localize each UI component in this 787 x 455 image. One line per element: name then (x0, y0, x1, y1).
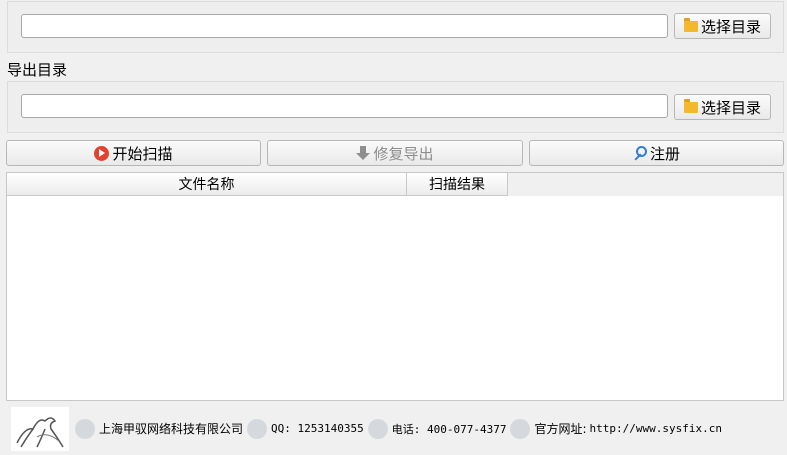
qq-icon (247, 418, 268, 439)
table-header: 文件名称 扫描结果 (7, 173, 783, 196)
download-arrow-icon (356, 145, 371, 161)
export-dir-select-label: 选择目录 (700, 98, 761, 117)
footer: 上海甲驭网络科技有限公司 QQ: 1253140355 电话: 400-077-… (0, 402, 787, 455)
start-scan-button[interactable]: 开始扫描 (6, 140, 261, 166)
results-table[interactable]: 文件名称 扫描结果 (6, 172, 784, 401)
footer-website: 官方网址: http://www.sysfix.cn (510, 418, 722, 439)
repair-export-label: 修复导出 (373, 144, 434, 163)
source-dir-select-label: 选择目录 (700, 17, 761, 36)
source-dir-group: 选择目录 (7, 1, 784, 53)
company-name: 上海甲驭网络科技有限公司 (99, 422, 244, 436)
export-dir-input[interactable] (21, 94, 668, 118)
folder-icon (683, 98, 698, 113)
source-dir-select-button[interactable]: 选择目录 (674, 13, 771, 39)
repair-export-button[interactable]: 修复导出 (267, 140, 523, 166)
website-link[interactable]: http://www.sysfix.cn (590, 422, 722, 435)
key-icon (633, 145, 647, 161)
export-dir-select-button[interactable]: 选择目录 (674, 94, 771, 120)
footer-qq: QQ: 1253140355 (247, 418, 364, 439)
company-logo (11, 406, 69, 451)
phone-number: 电话: 400-077-4377 (391, 422, 507, 436)
footer-company: 上海甲驭网络科技有限公司 (75, 418, 244, 439)
building-icon (75, 418, 95, 439)
export-dir-group: 选择目录 (7, 81, 784, 133)
column-header-scan-result[interactable]: 扫描结果 (407, 173, 508, 196)
folder-icon (683, 17, 698, 32)
qq-number: QQ: 1253140355 (271, 422, 364, 435)
footer-phone: 电话: 400-077-4377 (367, 418, 507, 439)
start-scan-label: 开始扫描 (112, 144, 173, 163)
play-icon (94, 145, 110, 161)
register-button[interactable]: 注册 (529, 140, 784, 166)
website-label: 官方网址: (534, 422, 587, 436)
column-header-filename[interactable]: 文件名称 (7, 173, 407, 196)
globe-icon (510, 418, 531, 439)
phone-icon (367, 418, 388, 439)
register-label: 注册 (649, 144, 680, 163)
export-dir-label: 导出目录 (7, 61, 68, 79)
source-dir-input[interactable] (21, 14, 668, 38)
